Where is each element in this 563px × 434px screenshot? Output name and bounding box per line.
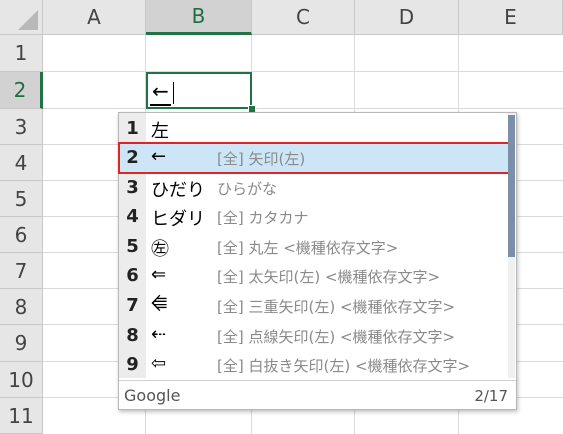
column-header-e[interactable]: E	[459, 0, 563, 35]
column-header-a[interactable]: A	[43, 0, 146, 35]
candidate-item[interactable]: 7 ⭅ [全] 三重矢印(左) <機種依存文字>	[119, 291, 509, 321]
row-header-10[interactable]: 10	[0, 362, 43, 398]
cell-b2-value: ←	[150, 78, 171, 106]
gridline	[43, 71, 563, 72]
column-header-c[interactable]: C	[252, 0, 355, 35]
ime-brand-label: Google	[124, 386, 181, 405]
ime-candidate-window: 1 左 2 ← [全] 矢印(左) 3 ひだり ひらがな 4 ヒダリ [全] カ…	[118, 112, 517, 410]
candidate-word: ⇐	[151, 264, 167, 285]
candidate-word: ひだり	[151, 180, 205, 201]
row-header-9[interactable]: 9	[0, 325, 43, 362]
row-header-7[interactable]: 7	[0, 253, 43, 289]
candidate-number: 2	[126, 147, 139, 168]
candidate-word: ⇠	[151, 324, 167, 345]
candidate-description: [全] 点線矢印(左) <機種依存文字>	[217, 328, 456, 346]
row-header-2[interactable]: 2	[0, 72, 43, 109]
candidate-number: 6	[126, 265, 139, 286]
candidate-item-selected[interactable]: 2 ← [全] 矢印(左)	[118, 142, 510, 174]
row-header-6[interactable]: 6	[0, 217, 43, 253]
candidate-item[interactable]: 4 ヒダリ [全] カタカナ	[119, 202, 509, 232]
column-header-d[interactable]: D	[355, 0, 459, 35]
candidate-number: 3	[126, 177, 139, 198]
row-header-11[interactable]: 11	[0, 398, 43, 434]
candidate-number: 7	[126, 295, 139, 316]
candidate-description: [全] 丸左 <機種依存文字>	[217, 239, 399, 257]
candidate-number: 1	[126, 118, 139, 139]
row-header-8[interactable]: 8	[0, 289, 43, 325]
candidate-number: 4	[126, 206, 139, 227]
candidate-description: [全] 太矢印(左) <機種依存文字>	[217, 268, 441, 286]
candidate-word: ⭅	[151, 294, 168, 315]
candidate-number: 5	[126, 236, 139, 257]
candidate-scrollbar-thumb[interactable]	[508, 115, 515, 257]
page-indicator: 2/17	[474, 387, 508, 405]
gridline	[43, 108, 563, 109]
row-header-3[interactable]: 3	[0, 109, 43, 145]
candidate-item[interactable]: 9 ⇦ [全] 白抜き矢印(左) <機種依存文字>	[119, 350, 509, 380]
candidate-item[interactable]: 8 ⇠ [全] 点線矢印(左) <機種依存文字>	[119, 321, 509, 351]
text-caret	[173, 82, 174, 104]
ime-footer: Google 2/17	[119, 380, 516, 410]
candidate-item[interactable]: 6 ⇐ [全] 太矢印(左) <機種依存文字>	[119, 261, 509, 291]
select-all-triangle-icon	[18, 10, 38, 30]
select-all-corner[interactable]	[0, 0, 43, 35]
row-header-4[interactable]: 4	[0, 145, 43, 181]
candidate-description: [全] 白抜き矢印(左) <機種依存文字>	[217, 357, 471, 375]
row-header-1[interactable]: 1	[0, 35, 43, 72]
candidate-word: 左	[151, 121, 169, 142]
candidate-word: ヒダリ	[151, 209, 205, 230]
candidate-number: 8	[126, 325, 139, 346]
row-header-5[interactable]: 5	[0, 181, 43, 217]
candidate-item[interactable]: 5 ㊧ [全] 丸左 <機種依存文字>	[119, 232, 509, 262]
column-header-b[interactable]: B	[146, 0, 252, 35]
candidate-number: 9	[126, 354, 139, 375]
candidate-item[interactable]: 1 左	[119, 114, 509, 144]
candidate-description: ひらがな	[217, 180, 278, 198]
candidate-description: [全] カタカナ	[217, 209, 309, 227]
candidate-description: [全] 矢印(左)	[217, 150, 306, 168]
candidate-word: ㊧	[151, 239, 169, 260]
candidate-word: ←	[151, 146, 167, 167]
candidate-description: [全] 三重矢印(左) <機種依存文字>	[217, 298, 456, 316]
candidate-item[interactable]: 3 ひだり ひらがな	[119, 173, 509, 203]
candidate-word: ⇦	[151, 353, 167, 374]
